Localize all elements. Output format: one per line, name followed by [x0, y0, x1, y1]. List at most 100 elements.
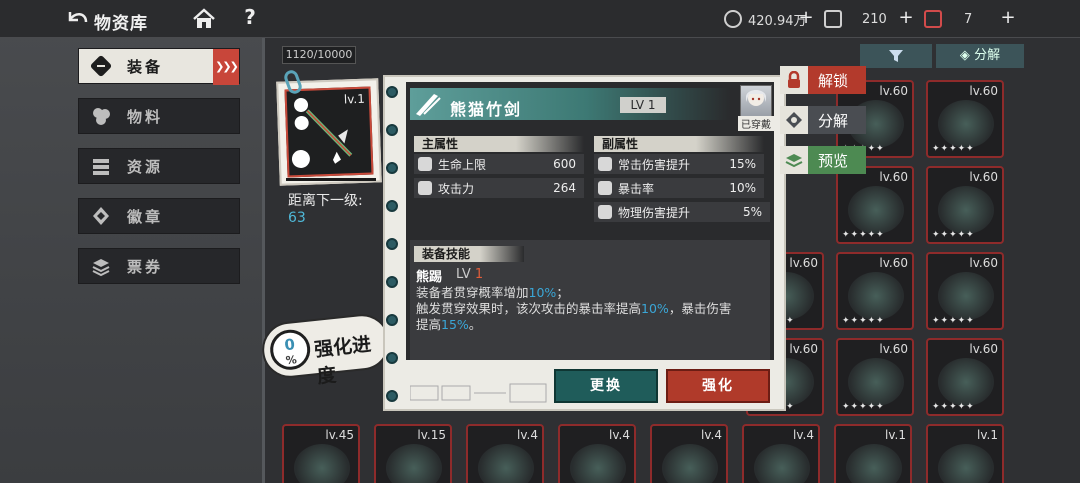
- decompose-button[interactable]: 分解: [780, 106, 866, 134]
- sidebar-item-voucher[interactable]: 票券: [78, 248, 240, 284]
- selected-item-frame: lv.1: [284, 86, 374, 178]
- attr-name: 攻击力: [438, 181, 475, 196]
- attr-value: 264: [553, 181, 576, 195]
- preview-level: lv.1: [343, 91, 366, 107]
- item-art-icon: [478, 444, 534, 483]
- sidebar-item-badge[interactable]: 徽章: [78, 198, 240, 234]
- inventory-item-card[interactable]: lv.1✦✦✦✦✦: [834, 424, 912, 483]
- item-art-icon: [848, 186, 904, 234]
- sidebar-item-material[interactable]: 物料: [78, 98, 240, 134]
- page-title: 物资库: [94, 14, 148, 34]
- inventory-item-card[interactable]: lv.60 ✦✦✦✦✦: [836, 338, 914, 416]
- attr-value: 5%: [742, 205, 762, 219]
- inventory-item-card[interactable]: lv.60 ✦✦✦✦✦: [836, 252, 914, 330]
- skill-name: 熊踢: [416, 270, 443, 285]
- inventory-item-card[interactable]: lv.60 ✦✦✦✦✦: [926, 252, 1004, 330]
- enhance-percent-circle: 0 %: [268, 327, 313, 372]
- active-arrows-icon: ❯❯❯: [213, 49, 239, 85]
- currency-ticket: 7: [924, 9, 972, 29]
- help-button[interactable]: ?: [240, 5, 260, 31]
- attr-value: 600: [553, 157, 576, 171]
- skill-desc-text: 触发贯穿效果时，该次攻击的暴击率提高: [416, 301, 642, 316]
- inventory-decompose-button[interactable]: ◈ 分解: [936, 44, 1024, 68]
- item-art-icon: [662, 444, 718, 483]
- spiral-ring: [386, 276, 398, 288]
- add-ticket-button[interactable]: +: [1000, 8, 1016, 28]
- inventory-decompose-label: 分解: [974, 48, 1001, 63]
- item-stars-icon: ✦✦✦✦✦: [842, 230, 885, 240]
- spiral-ring: [386, 390, 398, 402]
- owner-avatar[interactable]: [740, 85, 772, 117]
- inventory-item-card[interactable]: lv.1✦✦✦✦✦: [926, 424, 1004, 483]
- filter-icon: [889, 50, 903, 62]
- filter-button[interactable]: [860, 44, 932, 68]
- back-button[interactable]: [66, 8, 90, 30]
- preview-button[interactable]: 预览: [780, 146, 866, 174]
- inventory-item-card[interactable]: lv.60 ✦✦✦✦✦: [836, 166, 914, 244]
- character-portrait-icon: [746, 90, 766, 106]
- inventory-item-card[interactable]: lv.60 ✦✦✦✦✦: [926, 80, 1004, 158]
- inventory-item-card[interactable]: lv.60 ✦✦✦✦✦: [926, 338, 1004, 416]
- top-bar: 物资库 ? 420.94万 + 210 + 7 +: [0, 0, 1080, 38]
- back-arrow-icon: [68, 12, 88, 23]
- enhance-button[interactable]: 强化: [666, 369, 770, 403]
- spiral-ring: [386, 162, 398, 174]
- skill-desc-highlight: 10%: [641, 301, 669, 316]
- item-level: lv.1: [977, 428, 998, 442]
- item-level: lv.4: [517, 428, 538, 442]
- unlock-button[interactable]: 解锁: [780, 66, 866, 94]
- skill-desc-highlight: 15%: [441, 317, 469, 332]
- lock-icon: [780, 66, 808, 94]
- item-level: lv.60: [879, 170, 908, 184]
- gem-icon: [824, 10, 842, 28]
- selected-item-preview[interactable]: lv.1: [276, 78, 382, 186]
- currency-coin: 420.94万: [724, 9, 807, 29]
- enhance-progress-label: 强化进度: [313, 333, 373, 389]
- resource-icon: [87, 152, 115, 180]
- item-level: lv.4: [701, 428, 722, 442]
- spiral-ring: [386, 314, 398, 326]
- heart-icon: [418, 157, 432, 171]
- sidebar-item-label: 资源: [127, 157, 164, 176]
- decompose-icon: [780, 106, 808, 134]
- inventory-item-card[interactable]: lv.4✦✦✦✦✦: [742, 424, 820, 483]
- change-button[interactable]: 更换: [554, 369, 658, 403]
- item-art-icon: [938, 358, 994, 406]
- category-sidebar: 装备 ❯❯❯ 物料 资源 徽章 票券: [78, 48, 240, 298]
- item-art-icon: [938, 100, 994, 148]
- equipment-icon: [87, 52, 115, 80]
- crossed-swords-icon: [418, 181, 432, 195]
- item-level: lv.4: [609, 428, 630, 442]
- item-art-icon: [294, 444, 350, 483]
- skill-desc-highlight: 10%: [528, 285, 557, 300]
- inventory-item-card[interactable]: lv.4✦✦✦✦✦: [650, 424, 728, 483]
- skill-level-number: 1: [474, 267, 484, 282]
- crit-icon: [598, 181, 612, 195]
- inventory-item-card[interactable]: lv.60 ✦✦✦✦✦: [926, 166, 1004, 244]
- inventory-item-card[interactable]: lv.4✦✦✦✦✦: [558, 424, 636, 483]
- sub-attr-title: 副属性: [594, 136, 764, 152]
- add-coin-button[interactable]: +: [798, 8, 814, 28]
- currency-ticket-value: 7: [964, 11, 973, 27]
- sub-attr-row: 物理伤害提升 5%: [594, 202, 770, 222]
- badge-icon: [87, 202, 115, 230]
- skill-description: 装备者贯穿概率增加10%； 触发贯穿效果时，该次攻击的暴击率提高10%，暴击伤害…: [416, 285, 766, 333]
- inventory-item-card[interactable]: lv.15✦✦✦✦✦: [374, 424, 452, 483]
- item-level: lv.1: [885, 428, 906, 442]
- sub-attr-row: 常击伤害提升 15%: [594, 154, 764, 174]
- skill-desc-text: ；: [556, 285, 569, 300]
- decompose-label: 分解: [818, 111, 849, 130]
- attr-name: 物理伤害提升: [618, 205, 691, 220]
- spiral-ring: [386, 86, 398, 98]
- notebook-spiral: [386, 80, 400, 410]
- home-button[interactable]: [192, 8, 216, 30]
- inventory-item-card[interactable]: lv.45✦✦✦✦✦: [282, 424, 360, 483]
- coin-icon: [724, 10, 742, 28]
- next-level-info: 距离下一级: 63: [288, 190, 378, 230]
- sidebar-item-equipment[interactable]: 装备 ❯❯❯: [78, 48, 240, 85]
- inventory-item-card[interactable]: lv.4✦✦✦✦✦: [466, 424, 544, 483]
- sidebar-item-resource[interactable]: 资源: [78, 148, 240, 184]
- item-level: lv.15: [417, 428, 446, 442]
- add-gem-button[interactable]: +: [898, 8, 914, 28]
- skill-level: LV 1: [456, 267, 483, 282]
